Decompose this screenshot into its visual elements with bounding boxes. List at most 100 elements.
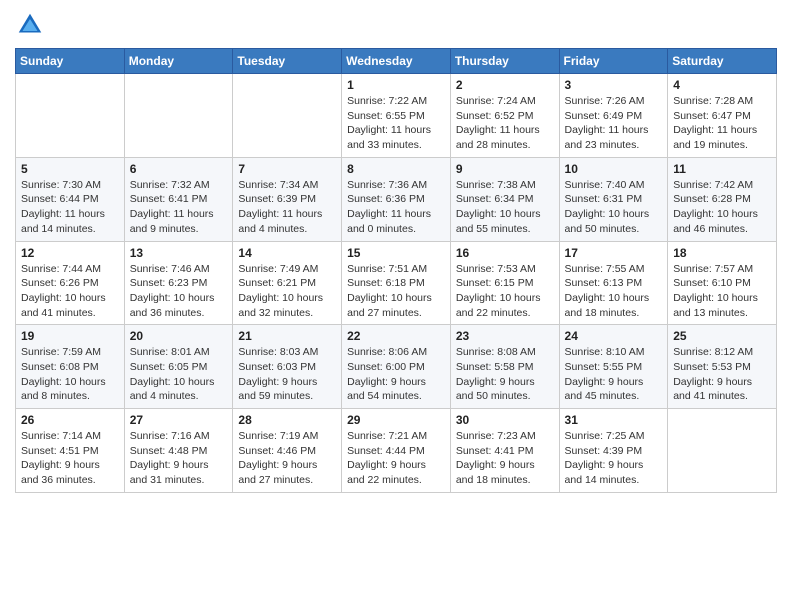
calendar-cell: 26 Sunrise: 7:14 AMSunset: 4:51 PMDayligh… xyxy=(16,409,125,493)
calendar-cell: 19 Sunrise: 7:59 AMSunset: 6:08 PMDayligh… xyxy=(16,325,125,409)
calendar-cell: 3 Sunrise: 7:26 AMSunset: 6:49 PMDaylight… xyxy=(559,74,668,158)
day-info: Sunrise: 7:19 AMSunset: 4:46 PMDaylight:… xyxy=(238,429,336,488)
calendar-week-row: 12 Sunrise: 7:44 AMSunset: 6:26 PMDayligh… xyxy=(16,241,777,325)
calendar-cell: 2 Sunrise: 7:24 AMSunset: 6:52 PMDaylight… xyxy=(450,74,559,158)
calendar-cell: 5Sunrise: 7:30 AMSunset: 6:44 PMDaylight… xyxy=(16,157,125,241)
weekday-header: Friday xyxy=(559,49,668,74)
calendar-cell: 10Sunrise: 7:40 AMSunset: 6:31 PMDayligh… xyxy=(559,157,668,241)
day-info: Sunrise: 8:10 AMSunset: 5:55 PMDaylight:… xyxy=(565,345,663,404)
day-info: Sunrise: 8:01 AMSunset: 6:05 PMDaylight:… xyxy=(130,345,228,404)
day-info: Sunrise: 7:55 AMSunset: 6:13 PMDaylight:… xyxy=(565,262,663,321)
calendar-cell: 25 Sunrise: 8:12 AMSunset: 5:53 PMDayligh… xyxy=(668,325,777,409)
day-number: 22 xyxy=(347,329,445,343)
day-number: 5 xyxy=(21,162,119,176)
calendar-cell: 9 Sunrise: 7:38 AMSunset: 6:34 PMDaylight… xyxy=(450,157,559,241)
day-number: 21 xyxy=(238,329,336,343)
day-number: 15 xyxy=(347,246,445,260)
calendar-cell: 4 Sunrise: 7:28 AMSunset: 6:47 PMDaylight… xyxy=(668,74,777,158)
calendar-cell: 1 Sunrise: 7:22 AMSunset: 6:55 PMDaylight… xyxy=(342,74,451,158)
day-number: 28 xyxy=(238,413,336,427)
day-info: Sunrise: 7:42 AMSunset: 6:28 PMDaylight:… xyxy=(673,178,771,237)
calendar-cell: 13 Sunrise: 7:46 AMSunset: 6:23 PMDayligh… xyxy=(124,241,233,325)
calendar-cell: 29 Sunrise: 7:21 AMSunset: 4:44 PMDayligh… xyxy=(342,409,451,493)
day-number: 27 xyxy=(130,413,228,427)
day-info: Sunrise: 7:51 AMSunset: 6:18 PMDaylight:… xyxy=(347,262,445,321)
calendar-cell xyxy=(16,74,125,158)
day-number: 2 xyxy=(456,78,554,92)
day-info: Sunrise: 7:59 AMSunset: 6:08 PMDaylight:… xyxy=(21,345,119,404)
logo xyxy=(15,10,49,40)
weekday-header: Monday xyxy=(124,49,233,74)
day-info: Sunrise: 7:32 AMSunset: 6:41 PMDaylight:… xyxy=(130,178,228,237)
day-info: Sunrise: 8:03 AMSunset: 6:03 PMDaylight:… xyxy=(238,345,336,404)
calendar-week-row: 5Sunrise: 7:30 AMSunset: 6:44 PMDaylight… xyxy=(16,157,777,241)
day-number: 24 xyxy=(565,329,663,343)
weekday-header: Tuesday xyxy=(233,49,342,74)
day-info: Sunrise: 7:23 AMSunset: 4:41 PMDaylight:… xyxy=(456,429,554,488)
calendar-cell: 15 Sunrise: 7:51 AMSunset: 6:18 PMDayligh… xyxy=(342,241,451,325)
weekday-header: Sunday xyxy=(16,49,125,74)
calendar-cell xyxy=(124,74,233,158)
day-info: Sunrise: 7:34 AMSunset: 6:39 PMDaylight:… xyxy=(238,178,336,237)
day-info: Sunrise: 7:44 AMSunset: 6:26 PMDaylight:… xyxy=(21,262,119,321)
calendar-cell: 8 Sunrise: 7:36 AMSunset: 6:36 PMDaylight… xyxy=(342,157,451,241)
weekday-header: Saturday xyxy=(668,49,777,74)
day-info: Sunrise: 8:12 AMSunset: 5:53 PMDaylight:… xyxy=(673,345,771,404)
day-info: Sunrise: 7:14 AMSunset: 4:51 PMDaylight:… xyxy=(21,429,119,488)
calendar-cell: 30Sunrise: 7:23 AMSunset: 4:41 PMDayligh… xyxy=(450,409,559,493)
day-number: 7 xyxy=(238,162,336,176)
day-info: Sunrise: 7:25 AMSunset: 4:39 PMDaylight:… xyxy=(565,429,663,488)
weekday-header: Thursday xyxy=(450,49,559,74)
day-number: 4 xyxy=(673,78,771,92)
calendar-cell: 27 Sunrise: 7:16 AMSunset: 4:48 PMDayligh… xyxy=(124,409,233,493)
calendar-header-row: SundayMondayTuesdayWednesdayThursdayFrid… xyxy=(16,49,777,74)
day-info: Sunrise: 7:28 AMSunset: 6:47 PMDaylight:… xyxy=(673,94,771,153)
calendar-cell: 16Sunrise: 7:53 AMSunset: 6:15 PMDayligh… xyxy=(450,241,559,325)
day-info: Sunrise: 7:22 AMSunset: 6:55 PMDaylight:… xyxy=(347,94,445,153)
day-number: 12 xyxy=(21,246,119,260)
day-number: 8 xyxy=(347,162,445,176)
calendar-table: SundayMondayTuesdayWednesdayThursdayFrid… xyxy=(15,48,777,493)
day-info: Sunrise: 7:26 AMSunset: 6:49 PMDaylight:… xyxy=(565,94,663,153)
header xyxy=(15,10,777,40)
calendar-cell: 7 Sunrise: 7:34 AMSunset: 6:39 PMDaylight… xyxy=(233,157,342,241)
calendar-cell: 12 Sunrise: 7:44 AMSunset: 6:26 PMDayligh… xyxy=(16,241,125,325)
logo-icon xyxy=(15,10,45,40)
weekday-header: Wednesday xyxy=(342,49,451,74)
day-info: Sunrise: 7:38 AMSunset: 6:34 PMDaylight:… xyxy=(456,178,554,237)
calendar-cell: 31Sunrise: 7:25 AMSunset: 4:39 PMDayligh… xyxy=(559,409,668,493)
calendar-cell: 11Sunrise: 7:42 AMSunset: 6:28 PMDayligh… xyxy=(668,157,777,241)
day-number: 3 xyxy=(565,78,663,92)
day-number: 1 xyxy=(347,78,445,92)
day-info: Sunrise: 7:16 AMSunset: 4:48 PMDaylight:… xyxy=(130,429,228,488)
day-number: 17 xyxy=(565,246,663,260)
day-info: Sunrise: 7:21 AMSunset: 4:44 PMDaylight:… xyxy=(347,429,445,488)
day-number: 9 xyxy=(456,162,554,176)
day-number: 14 xyxy=(238,246,336,260)
calendar-cell xyxy=(233,74,342,158)
day-info: Sunrise: 7:53 AMSunset: 6:15 PMDaylight:… xyxy=(456,262,554,321)
calendar-cell: 6Sunrise: 7:32 AMSunset: 6:41 PMDaylight… xyxy=(124,157,233,241)
day-number: 26 xyxy=(21,413,119,427)
day-info: Sunrise: 7:24 AMSunset: 6:52 PMDaylight:… xyxy=(456,94,554,153)
day-info: Sunrise: 7:36 AMSunset: 6:36 PMDaylight:… xyxy=(347,178,445,237)
day-number: 13 xyxy=(130,246,228,260)
day-info: Sunrise: 7:49 AMSunset: 6:21 PMDaylight:… xyxy=(238,262,336,321)
calendar-cell: 23 Sunrise: 8:08 AMSunset: 5:58 PMDayligh… xyxy=(450,325,559,409)
calendar-cell: 14 Sunrise: 7:49 AMSunset: 6:21 PMDayligh… xyxy=(233,241,342,325)
calendar-cell xyxy=(668,409,777,493)
day-number: 19 xyxy=(21,329,119,343)
day-info: Sunrise: 7:40 AMSunset: 6:31 PMDaylight:… xyxy=(565,178,663,237)
calendar-cell: 21 Sunrise: 8:03 AMSunset: 6:03 PMDayligh… xyxy=(233,325,342,409)
calendar-week-row: 26 Sunrise: 7:14 AMSunset: 4:51 PMDayligh… xyxy=(16,409,777,493)
day-info: Sunrise: 7:57 AMSunset: 6:10 PMDaylight:… xyxy=(673,262,771,321)
day-number: 23 xyxy=(456,329,554,343)
day-info: Sunrise: 7:46 AMSunset: 6:23 PMDaylight:… xyxy=(130,262,228,321)
calendar-cell: 22Sunrise: 8:06 AMSunset: 6:00 PMDayligh… xyxy=(342,325,451,409)
day-number: 29 xyxy=(347,413,445,427)
day-number: 20 xyxy=(130,329,228,343)
day-info: Sunrise: 8:08 AMSunset: 5:58 PMDaylight:… xyxy=(456,345,554,404)
calendar-cell: 24 Sunrise: 8:10 AMSunset: 5:55 PMDayligh… xyxy=(559,325,668,409)
calendar-cell: 28 Sunrise: 7:19 AMSunset: 4:46 PMDayligh… xyxy=(233,409,342,493)
day-number: 25 xyxy=(673,329,771,343)
